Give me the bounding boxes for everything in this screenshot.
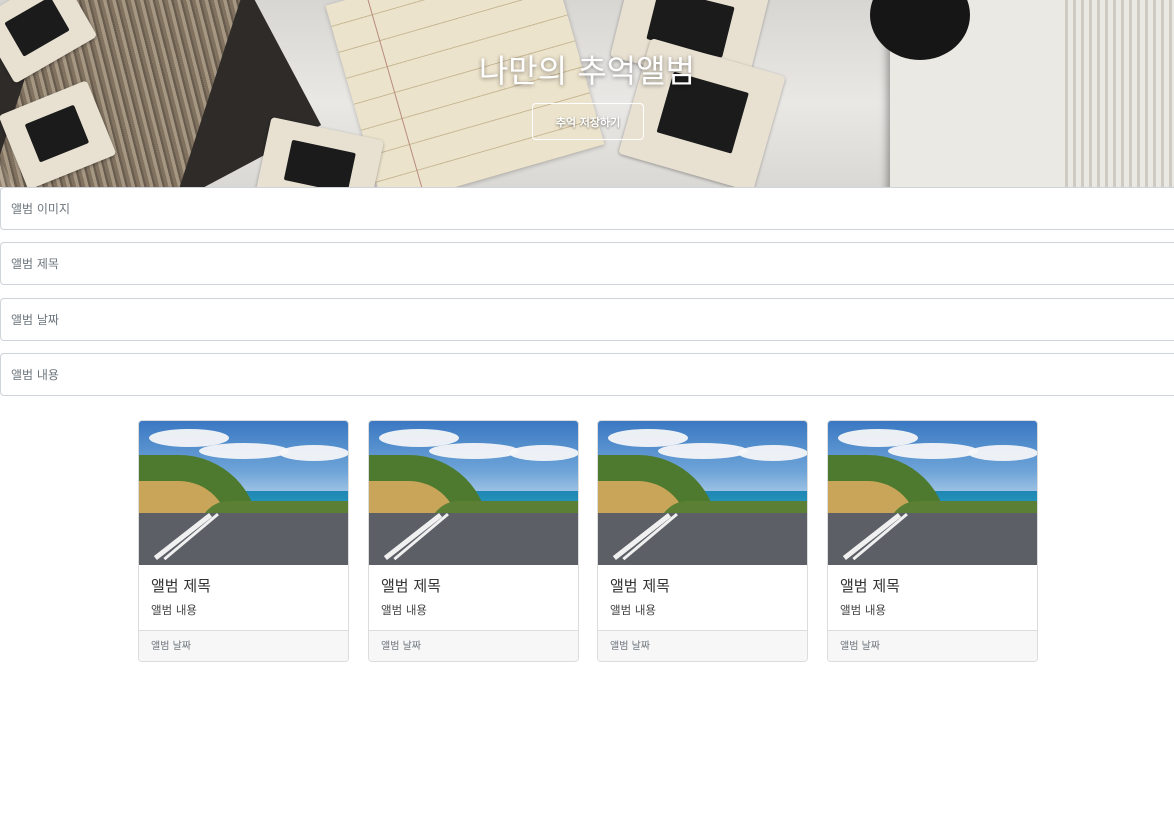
- album-card-title: 앨범 제목: [151, 577, 211, 595]
- album-image-input[interactable]: [0, 187, 1174, 230]
- save-memory-button[interactable]: 추억 저장하기: [532, 103, 644, 140]
- album-card: 앨범 제목 앨범 내용 앨범 날짜: [827, 420, 1038, 662]
- album-card-title: 앨범 제목: [610, 577, 670, 595]
- album-card-content: 앨범 내용: [610, 603, 656, 617]
- album-card-title: 앨범 제목: [840, 577, 900, 595]
- album-card-image: [598, 421, 807, 565]
- album-card: 앨범 제목 앨범 내용 앨범 날짜: [138, 420, 349, 662]
- album-card-content: 앨범 내용: [381, 603, 427, 617]
- album-card-date: 앨범 날짜: [828, 630, 1037, 661]
- album-card-date: 앨범 날짜: [598, 630, 807, 661]
- album-card-date: 앨범 날짜: [369, 630, 578, 661]
- album-card-image: [369, 421, 578, 565]
- album-card-content: 앨범 내용: [840, 603, 886, 617]
- album-card: 앨범 제목 앨범 내용 앨범 날짜: [597, 420, 808, 662]
- hero-title: 나만의 추억앨범: [478, 52, 696, 90]
- projector-decoration: [870, 0, 1174, 187]
- album-card-title: 앨범 제목: [381, 577, 441, 595]
- album-card-date: 앨범 날짜: [139, 630, 348, 661]
- album-card-image: [828, 421, 1037, 565]
- hero-banner: 나만의 추억앨범 추억 저장하기: [0, 0, 1174, 187]
- album-card-content: 앨범 내용: [151, 603, 197, 617]
- album-card-image: [139, 421, 348, 565]
- album-title-input[interactable]: [0, 242, 1174, 285]
- album-card: 앨범 제목 앨범 내용 앨범 날짜: [368, 420, 579, 662]
- album-content-input[interactable]: [0, 353, 1174, 396]
- album-date-input[interactable]: [0, 298, 1174, 341]
